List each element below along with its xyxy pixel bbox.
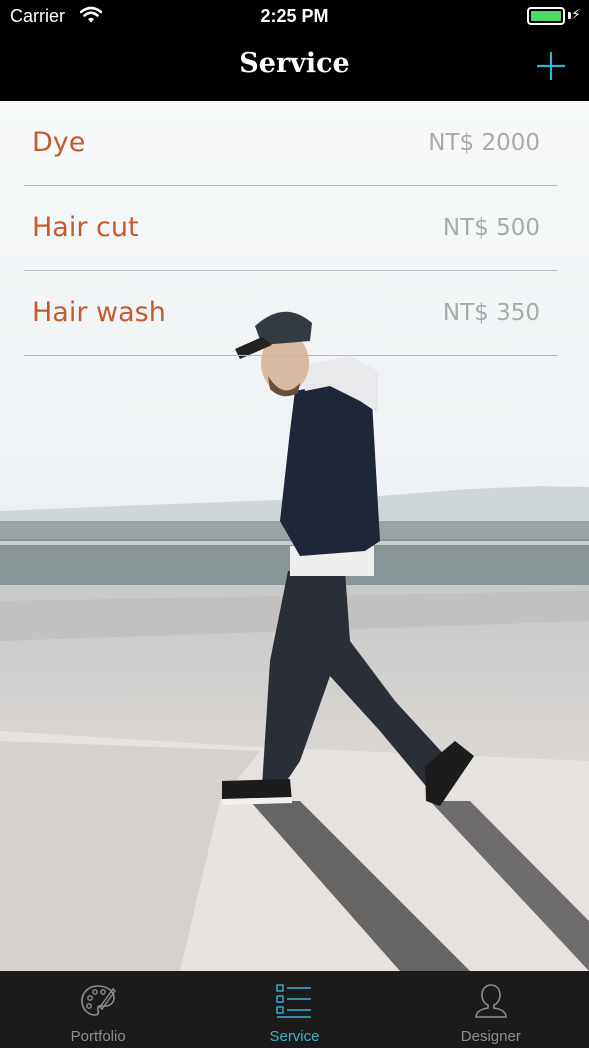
tab-service[interactable]: Service	[196, 971, 392, 1048]
navigation-bar: Service	[0, 34, 589, 101]
battery-indicator	[527, 7, 565, 25]
service-row[interactable]: Dye NT$ 2000	[24, 101, 558, 186]
service-name: Hair wash	[32, 297, 166, 328]
status-bar: Carrier 2:25 PM ⚡︎	[0, 0, 589, 34]
tab-label: Designer	[460, 1028, 521, 1045]
tab-portfolio[interactable]: Portfolio	[0, 971, 196, 1048]
tab-label: Portfolio	[70, 1028, 126, 1045]
battery-fill	[531, 11, 561, 21]
plus-icon	[537, 52, 565, 80]
status-time: 2:25 PM	[260, 6, 329, 26]
service-name: Dye	[32, 127, 86, 158]
service-list: Dye NT$ 2000 Hair cut NT$ 500 Hair wash NT$ 3…	[24, 101, 558, 356]
service-price: NT$ 350	[442, 300, 540, 326]
tab-designer[interactable]: Designer	[393, 971, 589, 1048]
service-row[interactable]: Hair wash NT$ 350	[24, 271, 558, 356]
add-service-button[interactable]	[535, 50, 567, 82]
service-name: Hair cut	[32, 212, 139, 243]
service-price: NT$ 2000	[428, 130, 540, 156]
service-price: NT$ 500	[442, 215, 540, 241]
page-title: Service	[239, 48, 350, 79]
list-icon	[276, 984, 312, 1018]
tab-bar: Portfolio Service Designer	[0, 971, 589, 1048]
bolt-icon: ⚡︎	[571, 6, 581, 22]
palette-icon	[81, 985, 117, 1016]
tab-label: Service	[269, 1028, 320, 1045]
person-icon	[475, 984, 507, 1018]
service-row[interactable]: Hair cut NT$ 500	[24, 186, 558, 271]
